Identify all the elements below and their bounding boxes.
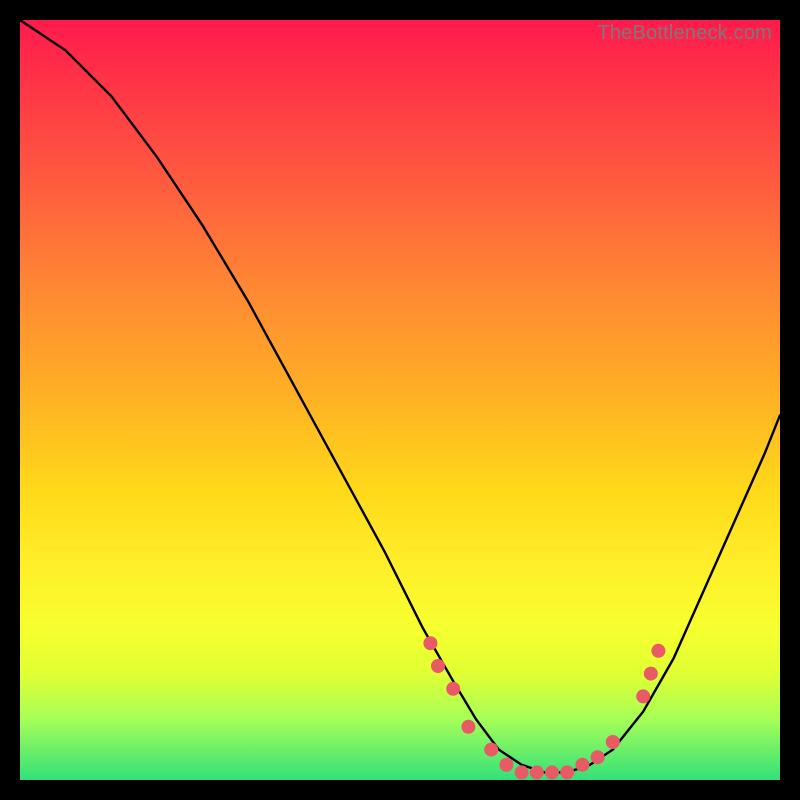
highlight-dot xyxy=(651,644,665,658)
highlight-dot xyxy=(560,765,574,779)
chart-frame: TheBottleneck.com xyxy=(0,0,800,800)
highlight-dot xyxy=(423,636,437,650)
bottleneck-curve xyxy=(20,20,780,772)
highlight-dots xyxy=(423,636,665,779)
highlight-dot xyxy=(575,758,589,772)
highlight-dot xyxy=(461,720,475,734)
highlight-dot xyxy=(530,765,544,779)
highlight-dot xyxy=(446,682,460,696)
highlight-dot xyxy=(484,743,498,757)
highlight-dot xyxy=(515,765,529,779)
plot-area: TheBottleneck.com xyxy=(20,20,780,780)
curve-layer xyxy=(20,20,780,780)
highlight-dot xyxy=(591,750,605,764)
watermark-text: TheBottleneck.com xyxy=(597,22,772,45)
highlight-dot xyxy=(545,765,559,779)
highlight-dot xyxy=(636,689,650,703)
highlight-dot xyxy=(499,758,513,772)
highlight-dot xyxy=(644,667,658,681)
highlight-dot xyxy=(606,735,620,749)
highlight-dot xyxy=(431,659,445,673)
